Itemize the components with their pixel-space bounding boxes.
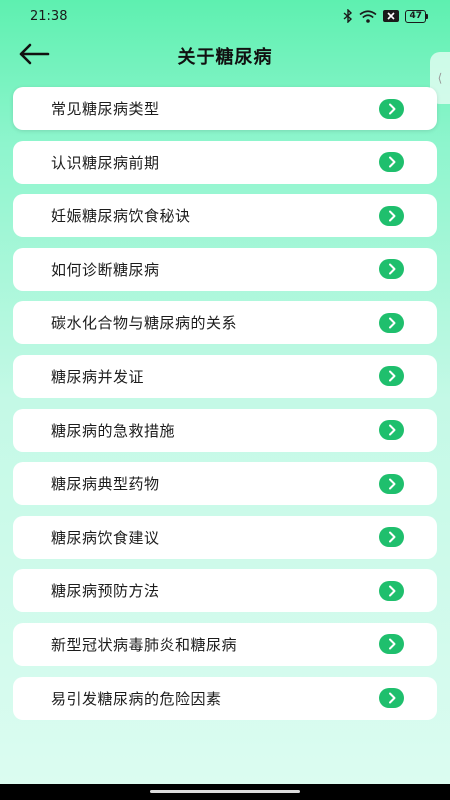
status-time: 21:38 [30, 8, 68, 24]
list-item-label: 常见糖尿病类型 [51, 100, 160, 118]
home-indicator[interactable] [150, 790, 300, 793]
chevron-right-icon [379, 366, 404, 387]
chevron-right-icon [379, 420, 404, 441]
list-item[interactable]: 妊娠糖尿病饮食秘诀 [13, 194, 437, 238]
chevron-right-icon [379, 152, 404, 173]
list-item-label: 认识糖尿病前期 [51, 153, 160, 172]
battery-icon: 47 [405, 9, 428, 23]
list-item-label: 新型冠状病毒肺炎和糖尿病 [51, 635, 238, 654]
list-item[interactable]: 糖尿病饮食建议 [13, 515, 437, 559]
chevron-left-icon: ⟨ [437, 71, 443, 85]
list-item[interactable]: 如何诊断糖尿病 [13, 247, 437, 291]
app-header: 关于糖尿病 [0, 34, 450, 78]
chevron-right-icon [379, 312, 404, 333]
navigation-bar [0, 784, 450, 800]
list-item-label: 糖尿病饮食建议 [51, 528, 160, 547]
chevron-right-icon [379, 527, 404, 548]
status-bar: 21:38 47 [0, 0, 450, 32]
list-item-label: 妊娠糖尿病饮食秘诀 [51, 207, 191, 226]
bluetooth-icon [343, 9, 353, 23]
list-item[interactable]: 糖尿病典型药物 [13, 462, 437, 506]
status-icons: 47 [343, 9, 428, 23]
sim-x-icon [383, 10, 400, 22]
list-item-label: 碳水化合物与糖尿病的关系 [51, 314, 238, 333]
list-item[interactable]: 糖尿病并发证 [13, 354, 437, 398]
list-item[interactable]: 易引发糖尿病的危险因素 [13, 676, 437, 720]
battery-level: 47 [405, 9, 426, 23]
list-item-label: 糖尿病预防方法 [51, 582, 160, 601]
list-item[interactable]: 糖尿病的急救措施 [13, 408, 437, 452]
list-item-label: 易引发糖尿病的危险因素 [51, 689, 222, 708]
list-item-label: 糖尿病典型药物 [51, 475, 160, 494]
page-title: 关于糖尿病 [177, 47, 273, 68]
battery-tip [426, 13, 428, 19]
list-item-label: 糖尿病并发证 [51, 367, 145, 386]
topic-list: 常见糖尿病类型 认识糖尿病前期妊娠糖尿病饮食秘诀 如何诊断糖尿病碳水化合物与糖尿病的… [13, 87, 437, 730]
chevron-right-icon [379, 580, 404, 601]
chevron-right-icon [379, 688, 404, 709]
list-item-label: 如何诊断糖尿病 [51, 260, 160, 279]
list-item[interactable]: 认识糖尿病前期 [13, 140, 437, 184]
chevron-right-icon [379, 634, 404, 655]
arrow-left-icon [18, 43, 50, 69]
chevron-right-icon [379, 473, 404, 494]
list-item[interactable]: 常见糖尿病类型 [13, 87, 437, 130]
chevron-right-icon [379, 98, 404, 119]
chevron-right-icon [379, 205, 404, 226]
list-item[interactable]: 糖尿病预防方法 [13, 569, 437, 613]
wifi-icon [359, 9, 377, 23]
chevron-right-icon [379, 259, 404, 280]
list-item-label: 糖尿病的急救措施 [51, 421, 176, 440]
list-item[interactable]: 碳水化合物与糖尿病的关系 [13, 301, 437, 345]
list-item[interactable]: 新型冠状病毒肺炎和糖尿病 [13, 622, 437, 666]
back-button[interactable] [14, 38, 54, 74]
